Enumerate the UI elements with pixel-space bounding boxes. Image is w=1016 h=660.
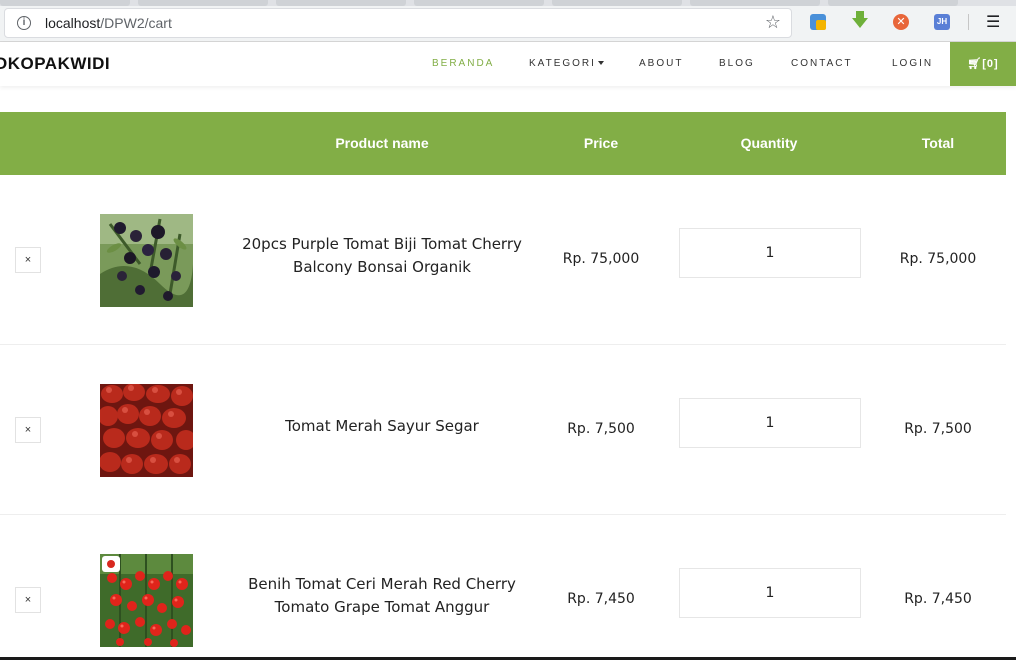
info-icon[interactable]: i xyxy=(17,16,31,30)
site-navbar: OKOPAKWIDI BERANDA KATEGORI ABOUT BLOG C… xyxy=(0,42,1016,86)
quantity-input[interactable]: 1 xyxy=(679,228,861,278)
product-name[interactable]: 20pcs Purple Tomat Biji Tomat Cherry Bal… xyxy=(232,233,532,279)
product-price: Rp. 7,500 xyxy=(567,421,635,437)
block-icon[interactable]: ✕ xyxy=(893,14,909,30)
quantity-input[interactable]: 1 xyxy=(679,398,861,448)
product-image[interactable] xyxy=(100,384,193,477)
remove-item-button[interactable]: × xyxy=(15,247,41,273)
address-bar[interactable]: i localhost/DPW2/cart ☆ xyxy=(4,8,792,38)
translate-icon[interactable] xyxy=(810,14,826,30)
chevron-down-icon xyxy=(597,61,604,66)
product-image[interactable] xyxy=(100,554,193,647)
product-price: Rp. 7,450 xyxy=(567,591,635,607)
cart-icon: 🛒︎ xyxy=(967,58,983,70)
tab-strip xyxy=(0,0,1016,6)
nav-link-login[interactable]: LOGIN xyxy=(892,58,933,69)
nav-link-kategori[interactable]: KATEGORI xyxy=(529,58,604,69)
toolbar-divider xyxy=(968,14,969,30)
quantity-input[interactable]: 1 xyxy=(679,568,861,618)
remove-item-button[interactable]: × xyxy=(15,417,41,443)
cart-table-header: Product name Price Quantity Total xyxy=(0,112,1006,175)
url-text[interactable]: localhost/DPW2/cart xyxy=(45,15,172,31)
jh-icon[interactable]: JH xyxy=(934,14,950,30)
product-price: Rp. 75,000 xyxy=(562,251,640,267)
table-row: × 20pcs Purple Tomat Biji Tomat Cherry B… xyxy=(0,175,1006,345)
product-name[interactable]: Tomat Merah Sayur Segar xyxy=(232,415,532,438)
column-header-total: Total xyxy=(921,135,955,151)
column-header-quantity: Quantity xyxy=(740,135,798,151)
table-row: × Tomat Merah Sayur Segar Rp. 7,500 1 Rp… xyxy=(0,345,1006,515)
nav-link-beranda[interactable]: BERANDA xyxy=(432,58,494,69)
browser-toolbar: i localhost/DPW2/cart ☆ ✕ JH ☰ xyxy=(0,0,1016,42)
nav-link-contact[interactable]: CONTACT xyxy=(791,58,853,69)
product-image[interactable] xyxy=(100,214,193,307)
cart-count: [0] xyxy=(982,58,999,70)
column-header-product-name: Product name xyxy=(335,135,429,151)
site-logo[interactable]: OKOPAKWIDI xyxy=(0,54,110,74)
nav-link-about[interactable]: ABOUT xyxy=(639,58,683,69)
row-total: Rp. 7,500 xyxy=(904,421,972,437)
download-icon[interactable] xyxy=(852,11,868,28)
row-total: Rp. 7,450 xyxy=(904,591,972,607)
column-header-price: Price xyxy=(583,135,619,151)
row-total: Rp. 75,000 xyxy=(899,251,977,267)
reading-list-icon[interactable]: ☰ xyxy=(986,12,1000,32)
cart-button[interactable]: 🛒︎[0] xyxy=(950,42,1016,86)
remove-item-button[interactable]: × xyxy=(15,587,41,613)
table-row: × Benih Tomat Ceri Merah Red Cherry Toma… xyxy=(0,515,1006,660)
nav-link-blog[interactable]: BLOG xyxy=(719,58,755,69)
star-icon[interactable]: ☆ xyxy=(765,12,781,33)
product-name[interactable]: Benih Tomat Ceri Merah Red Cherry Tomato… xyxy=(232,573,532,619)
nav-link-kategori-label: KATEGORI xyxy=(529,58,596,69)
